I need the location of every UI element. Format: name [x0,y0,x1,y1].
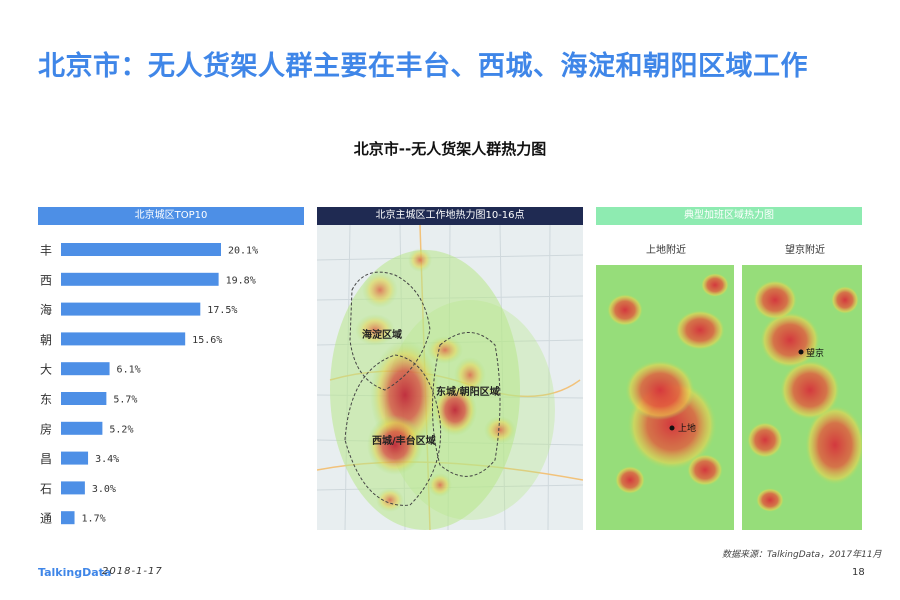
shangdi-pin-label: 上地 [678,424,697,434]
overtime-heatmaps [596,265,862,530]
wangjing-pin-label: 望京 [806,349,825,359]
report-date: 2018-1-17 [102,566,163,577]
talkingdata-logo: TalkingData [38,566,112,579]
page-number: 18 [852,567,865,578]
data-source: 数据来源：TalkingData，2017年11月 [722,550,882,560]
